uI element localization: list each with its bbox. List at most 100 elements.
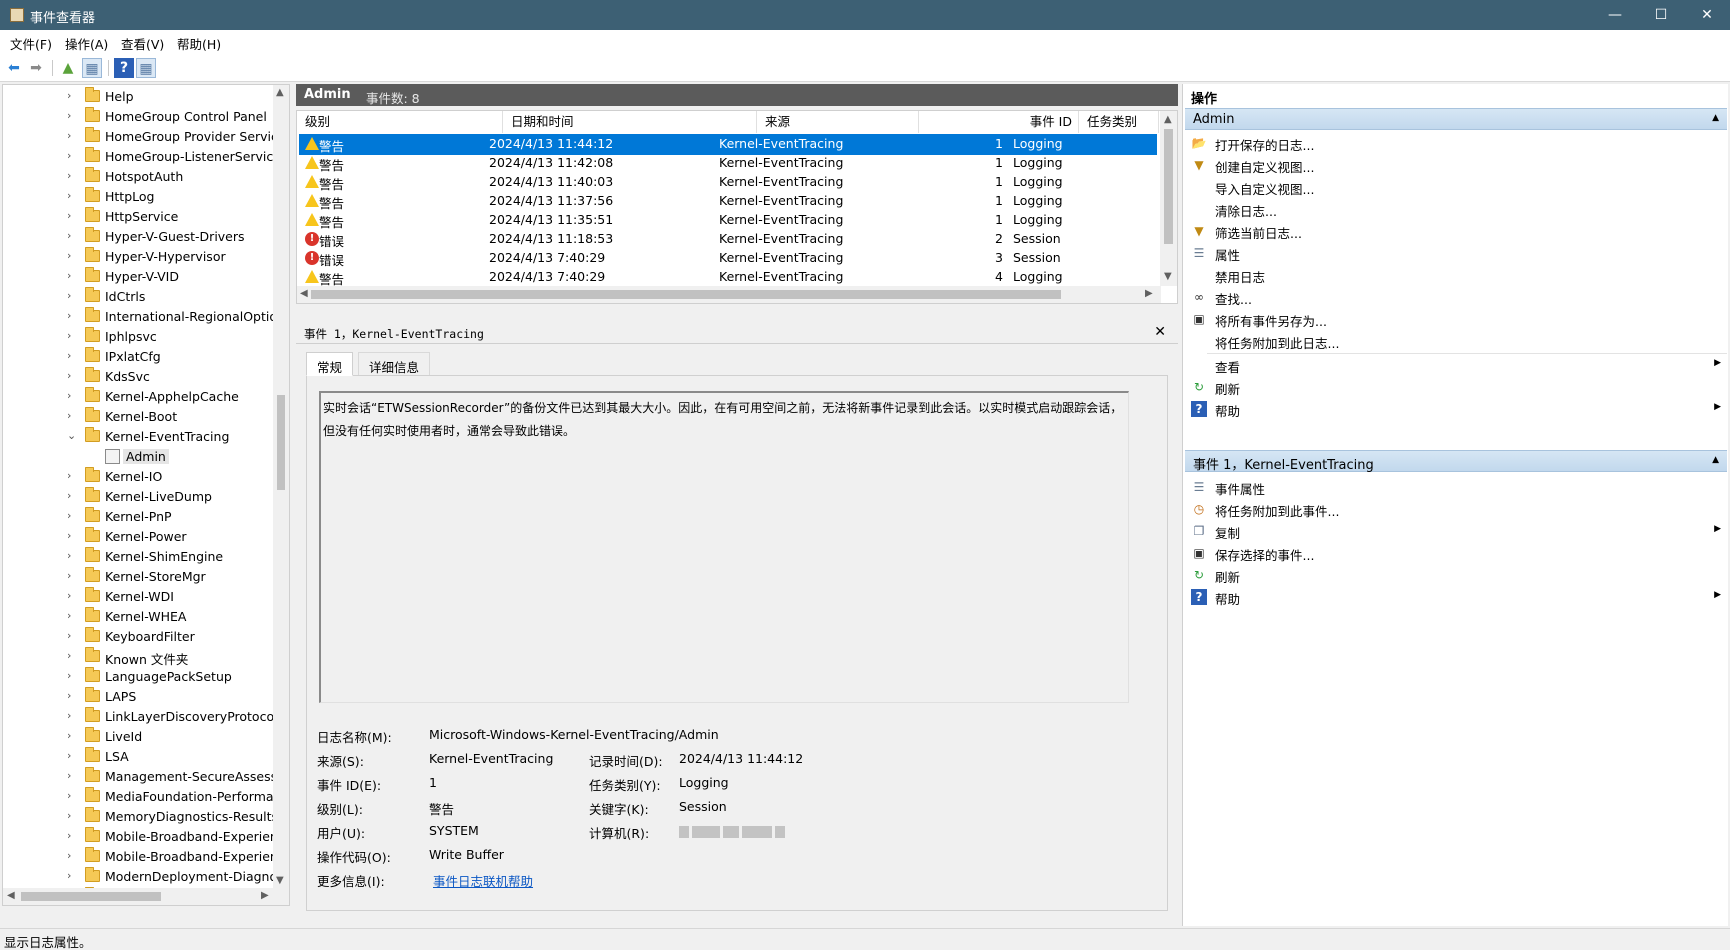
expand-chevron-right-icon[interactable]: ›	[67, 509, 77, 522]
tree-item[interactable]: › Kernel-Boot	[3, 407, 273, 427]
tree-item[interactable]: › Hyper-V-VID	[3, 267, 273, 287]
show-hide-action-pane-icon[interactable]: ▦	[136, 58, 156, 78]
expand-chevron-right-icon[interactable]: ›	[67, 689, 77, 702]
expand-chevron-right-icon[interactable]: ›	[67, 289, 77, 302]
expand-chevron-right-icon[interactable]: ›	[67, 129, 77, 142]
tree-item[interactable]: › LSA	[3, 747, 273, 767]
expand-chevron-right-icon[interactable]: ›	[67, 769, 77, 782]
expand-chevron-right-icon[interactable]: ›	[67, 309, 77, 322]
expand-chevron-right-icon[interactable]: ›	[67, 149, 77, 162]
tree-item[interactable]: › Management-SecureAssessment	[3, 767, 289, 787]
expand-chevron-right-icon[interactable]: ›	[67, 529, 77, 542]
tree-item[interactable]: › Hyper-V-Guest-Drivers	[3, 227, 273, 247]
show-hide-tree-icon[interactable]: ▦	[82, 58, 102, 78]
tree-item[interactable]: › Kernel-PnP	[3, 507, 273, 527]
action-item[interactable]: ? 帮助 ▶	[1191, 398, 1727, 420]
tree-item[interactable]: › Kernel-WHEA	[3, 607, 273, 627]
action-item[interactable]: ❐ 复制 ▶	[1191, 520, 1727, 542]
scroll-up-arrow-icon[interactable]: ▲	[276, 87, 284, 98]
event-row[interactable]: 警告 2024/4/13 11:40:03 Kernel-EventTracing 1…	[299, 172, 1157, 193]
close-detail-icon[interactable]: ✕	[1154, 324, 1166, 340]
scroll-right-arrow-icon[interactable]: ▶	[1145, 288, 1153, 299]
action-item[interactable]: ↻ 刷新	[1191, 376, 1727, 398]
action-item[interactable]: 查看 ▶	[1191, 354, 1727, 376]
back-arrow-icon[interactable]: ⬅	[4, 58, 24, 78]
tree-item[interactable]: › International-RegionalOptions	[3, 307, 289, 327]
expand-chevron-right-icon[interactable]: ›	[67, 649, 77, 662]
tree-item[interactable]: › Kernel-IO	[3, 467, 273, 487]
maximize-button[interactable]: ☐	[1638, 0, 1684, 30]
action-item[interactable]: ▼ 创建自定义视图...	[1191, 154, 1727, 176]
tree-item[interactable]: › HotspotAuth	[3, 167, 273, 187]
tree-item[interactable]: › ModernDeployment-Diagnostics	[3, 867, 289, 887]
grid-horizontal-scrollbar[interactable]: ◀ ▶	[297, 286, 1161, 303]
event-row[interactable]: 警告 2024/4/13 11:44:12 Kernel-EventTracing 1…	[299, 134, 1157, 155]
expand-chevron-right-icon[interactable]: ›	[67, 609, 77, 622]
tree-item[interactable]: › MemoryDiagnostics-Results	[3, 807, 278, 827]
expand-chevron-right-icon[interactable]: ›	[67, 489, 77, 502]
actions-group-event[interactable]: 事件 1，Kernel-EventTracing ▲	[1185, 450, 1727, 473]
col-datetime[interactable]: 日期和时间	[503, 111, 757, 133]
tree-item[interactable]: › IPxlatCfg	[3, 347, 273, 367]
tree-item[interactable]: › Kernel-Power	[3, 527, 273, 547]
action-item[interactable]: ▣ 保存选择的事件...	[1191, 542, 1727, 564]
event-row[interactable]: 警告 2024/4/13 11:35:51 Kernel-EventTracing 1…	[299, 210, 1157, 231]
tree-item[interactable]: › HomeGroup-ListenerService	[3, 147, 281, 167]
forward-arrow-icon[interactable]: ➡	[26, 58, 46, 78]
scroll-down-arrow-icon[interactable]: ▼	[1164, 271, 1172, 282]
expand-chevron-right-icon[interactable]: ›	[67, 629, 77, 642]
collapse-caret-icon[interactable]: ▲	[1712, 455, 1719, 465]
col-task-category[interactable]: 任务类别	[1079, 111, 1159, 133]
expand-chevron-right-icon[interactable]: ›	[67, 249, 77, 262]
event-row[interactable]: 警告 2024/4/13 7:40:29 Kernel-EventTracing 4 L…	[299, 267, 1157, 288]
tree-vertical-scrollbar[interactable]: ▲ ▼	[273, 85, 289, 889]
tree-item[interactable]: › LinkLayerDiscoveryProtocol	[3, 707, 278, 727]
expand-chevron-right-icon[interactable]: ›	[67, 389, 77, 402]
minimize-button[interactable]: —	[1592, 0, 1638, 30]
expand-chevron-right-icon[interactable]: ›	[67, 829, 77, 842]
col-level[interactable]: 级别	[297, 111, 503, 133]
tree-item[interactable]: › LanguagePackSetup	[3, 667, 273, 687]
tree-item[interactable]: › Kernel-LiveDump	[3, 487, 273, 507]
tree-item[interactable]: › Mobile-Broadband-Experience	[3, 827, 289, 847]
menu-action[interactable]: 操作(A)	[65, 34, 108, 53]
expand-chevron-right-icon[interactable]: ›	[67, 89, 77, 102]
scroll-down-arrow-icon[interactable]: ▼	[276, 875, 284, 886]
expand-chevron-right-icon[interactable]: ›	[67, 749, 77, 762]
scroll-up-arrow-icon[interactable]: ▲	[1164, 114, 1172, 125]
grid-scroll-thumb[interactable]	[1164, 129, 1173, 244]
tree-scroll-thumb[interactable]	[277, 395, 285, 490]
expand-chevron-right-icon[interactable]: ›	[67, 229, 77, 242]
col-source[interactable]: 来源	[757, 111, 919, 133]
action-item[interactable]: 📂 打开保存的日志...	[1191, 132, 1727, 154]
tree-item[interactable]: › Help	[3, 87, 273, 107]
tree-item[interactable]: › IdCtrls	[3, 287, 273, 307]
scroll-left-arrow-icon[interactable]: ◀	[300, 288, 308, 299]
tree-item[interactable]: › Iphlpsvc	[3, 327, 273, 347]
tree-item-admin-log[interactable]: Admin	[3, 447, 273, 467]
action-item[interactable]: ◷ 将任务附加到此事件...	[1191, 498, 1727, 520]
expand-chevron-right-icon[interactable]: ›	[67, 809, 77, 822]
scroll-left-arrow-icon[interactable]: ◀	[7, 890, 15, 901]
expand-chevron-right-icon[interactable]: ›	[67, 469, 77, 482]
collapse-caret-icon[interactable]: ▲	[1712, 113, 1719, 123]
tree-item[interactable]: ⌄ Kernel-EventTracing	[3, 427, 273, 447]
scroll-right-arrow-icon[interactable]: ▶	[261, 890, 269, 901]
tree-item[interactable]: › Kernel-ApphelpCache	[3, 387, 273, 407]
up-folder-icon[interactable]: ▲	[58, 58, 78, 78]
tree-item[interactable]: › HomeGroup Control Panel	[3, 107, 273, 127]
tree-item[interactable]: › Kernel-StoreMgr	[3, 567, 273, 587]
close-window-button[interactable]: ✕	[1684, 0, 1730, 30]
action-item[interactable]: ∞ 查找...	[1191, 286, 1727, 308]
menu-help[interactable]: 帮助(H)	[177, 34, 221, 53]
tab-general[interactable]: 常规	[306, 352, 354, 376]
expand-chevron-right-icon[interactable]: ›	[67, 789, 77, 802]
event-description[interactable]: 实时会话“ETWSessionRecorder”的备份文件已达到其最大大小。因此…	[319, 391, 1129, 703]
action-item[interactable]: ☰ 属性	[1191, 242, 1727, 264]
action-item[interactable]: ↻ 刷新	[1191, 564, 1727, 586]
expand-chevron-right-icon[interactable]: ›	[67, 209, 77, 222]
expand-chevron-down-icon[interactable]: ⌄	[67, 429, 77, 442]
action-item[interactable]: ▣ 将所有事件另存为...	[1191, 308, 1727, 330]
expand-chevron-right-icon[interactable]: ›	[67, 549, 77, 562]
tree-item[interactable]: › Known 文件夹	[3, 647, 273, 667]
